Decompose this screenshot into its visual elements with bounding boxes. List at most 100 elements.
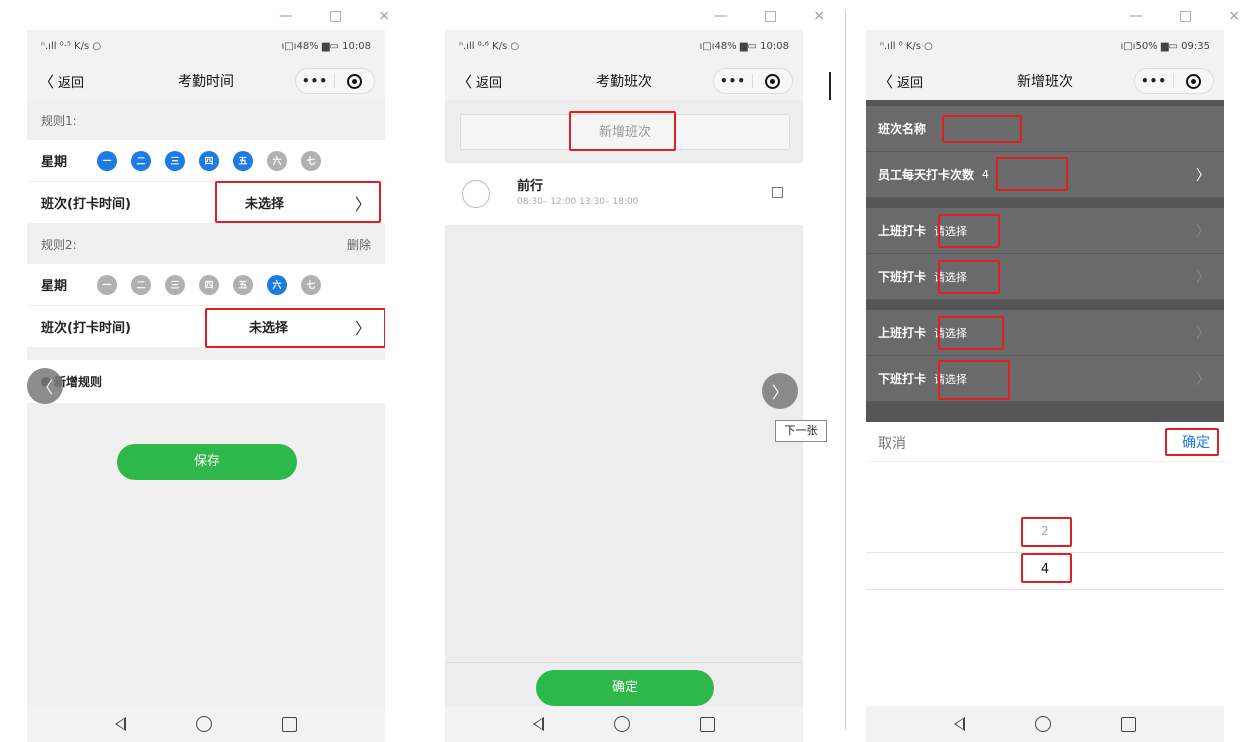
day-toggle-sat[interactable]: 六 [267, 274, 288, 295]
status-bar: ⁿ.ıll ⁰ K/s ○ ı□ı50% ▆▭ 09:35 [866, 30, 1224, 62]
day-toggle-tue[interactable]: 二 [131, 150, 152, 171]
chevron-right-icon: 〉 [1196, 325, 1210, 342]
more-button[interactable]: ••• [1135, 74, 1174, 88]
more-button[interactable]: ••• [296, 74, 335, 88]
day-selector: 一 二 三 四 五 六 七 [97, 274, 322, 295]
rule2-header: 规则2: 删除 [27, 224, 385, 264]
home-circle-icon[interactable] [614, 716, 630, 732]
android-nav-bar [445, 706, 803, 742]
day-toggle-sun[interactable]: 七 [301, 150, 322, 171]
maximize-button[interactable]: □ [764, 8, 777, 24]
clock-in-row-2[interactable]: 上班打卡 请选择 〉 [866, 310, 1224, 356]
shift-label: 班次(打卡时间) [41, 321, 131, 336]
save-button[interactable]: 保存 [117, 444, 297, 480]
highlight-box [942, 115, 1022, 143]
punch-count-row[interactable]: 员工每天打卡次数 4 〉 [866, 152, 1224, 198]
clock-in-row-1[interactable]: 上班打卡 请选择 〉 [866, 208, 1224, 254]
clock-out-row-1[interactable]: 下班打卡 请选择 〉 [866, 254, 1224, 300]
day-toggle-sat[interactable]: 六 [267, 150, 288, 171]
highlight-box [1021, 517, 1072, 547]
add-rule-row[interactable]: 新增规则 [27, 360, 385, 404]
delete-rule-button[interactable]: 删除 [347, 236, 371, 253]
maximize-button[interactable]: □ [329, 8, 342, 24]
target-icon [347, 73, 362, 89]
shift-list-item[interactable]: 前行 08:30– 12:00 13:30– 18:00 [445, 163, 803, 225]
back-triangle-icon[interactable] [533, 717, 544, 731]
recents-square-icon[interactable] [700, 716, 715, 732]
maximize-button[interactable]: □ [1179, 8, 1192, 24]
phone-screen-2: ⁿ.ıll ⁰·⁶ K/s ○ ı□ı48% ▆▭ 10:08 〈返回 考勤班次… [445, 30, 803, 742]
day-toggle-mon[interactable]: 一 [97, 274, 118, 295]
close-button[interactable]: × [813, 8, 825, 24]
shift-name-row[interactable]: 班次名称 [866, 106, 1224, 152]
next-image-button[interactable]: 〉 [762, 373, 798, 409]
rule1-shift-row[interactable]: 班次(打卡时间) 未选择 〉 [27, 181, 385, 224]
day-toggle-fri[interactable]: 五 [233, 150, 254, 171]
window-controls: — □ × [714, 8, 825, 24]
target-icon [1186, 73, 1201, 89]
picker-wheel[interactable]: 2 4 [866, 462, 1224, 692]
close-button[interactable]: × [378, 8, 390, 24]
day-toggle-fri[interactable]: 五 [233, 274, 254, 295]
android-nav-bar [27, 706, 385, 742]
back-button[interactable]: 〈返回 [457, 71, 502, 92]
prev-image-button[interactable]: 〈 [27, 368, 63, 404]
day-toggle-thu[interactable]: 四 [199, 274, 220, 295]
day-toggle-thu[interactable]: 四 [199, 150, 220, 171]
android-nav-bar [866, 706, 1224, 742]
day-toggle-mon[interactable]: 一 [97, 150, 118, 171]
minimize-button[interactable]: — [279, 8, 293, 24]
minimize-button[interactable]: — [1129, 8, 1143, 24]
rule1-weekday-row: 星期 一 二 三 四 五 六 七 [27, 140, 385, 182]
highlight-box [205, 308, 385, 348]
day-toggle-tue[interactable]: 二 [131, 274, 152, 295]
close-miniapp-button[interactable] [335, 73, 374, 89]
rule2-shift-row[interactable]: 班次(打卡时间) 未选择 〉 [27, 306, 385, 348]
chevron-left-icon: 〈 [457, 72, 473, 91]
spacer [866, 198, 1224, 208]
day-toggle-wed[interactable]: 三 [165, 150, 186, 171]
back-button[interactable]: 〈返回 [878, 71, 923, 92]
mini-program-capsule: ••• [713, 68, 793, 94]
close-miniapp-button[interactable] [753, 73, 792, 89]
clock-out-label: 下班打卡 [878, 372, 927, 386]
dimmed-form: 班次名称 员工每天打卡次数 4 〉 上班打卡 请选择 〉 下班打卡 请选择 〉 [866, 100, 1224, 422]
highlight-box [996, 157, 1068, 191]
highlight-box [938, 360, 1010, 400]
minimize-button[interactable]: — [714, 8, 728, 24]
weekday-label: 星期 [41, 279, 68, 294]
day-toggle-wed[interactable]: 三 [165, 274, 186, 295]
close-button[interactable]: × [1228, 8, 1240, 24]
picker-header: 取消 确定 [866, 422, 1224, 462]
home-circle-icon[interactable] [196, 716, 212, 732]
picker-cancel-button[interactable]: 取消 [878, 433, 906, 453]
radio-circle-icon[interactable] [462, 180, 490, 208]
battery-time: ı□ı50% ▆▭ 09:35 [1120, 40, 1210, 52]
window-controls: — □ × [1129, 8, 1240, 24]
shift-name: 前行 [517, 179, 544, 194]
close-miniapp-button[interactable] [1174, 73, 1213, 89]
phone-screen-1: ⁿ.ıll ⁰·⁵ K/s ○ ı□ı48% ▆▭ 10:08 〈返回 考勤时间… [27, 30, 385, 742]
back-label: 返回 [476, 75, 503, 91]
shift-name-label: 班次名称 [878, 122, 927, 136]
more-button[interactable]: ••• [714, 74, 753, 88]
footer-divider [445, 662, 803, 663]
status-bar: ⁿ.ıll ⁰·⁵ K/s ○ ı□ı48% ▆▭ 10:08 [27, 30, 385, 62]
phone-screen-3: ⁿ.ıll ⁰ K/s ○ ı□ı50% ▆▭ 09:35 〈返回 新增班次 •… [866, 30, 1224, 742]
battery-time: ı□ı48% ▆▭ 10:08 [699, 40, 789, 52]
recents-square-icon[interactable] [1121, 716, 1136, 732]
home-circle-icon[interactable] [1035, 716, 1051, 732]
back-button[interactable]: 〈返回 [39, 71, 84, 92]
day-toggle-sun[interactable]: 七 [301, 274, 322, 295]
divider [845, 10, 846, 730]
recents-square-icon[interactable] [282, 716, 297, 732]
divider [829, 72, 831, 100]
clock-out-row-2[interactable]: 下班打卡 请选择 〉 [866, 356, 1224, 402]
back-triangle-icon[interactable] [115, 717, 126, 731]
back-triangle-icon[interactable] [954, 717, 965, 731]
window-controls: — □ × [279, 8, 390, 24]
edit-icon[interactable] [772, 187, 783, 198]
next-image-tooltip: 下一张 [775, 420, 827, 442]
battery-time: ı□ı48% ▆▭ 10:08 [281, 40, 371, 52]
confirm-button[interactable]: 确定 [536, 670, 714, 706]
